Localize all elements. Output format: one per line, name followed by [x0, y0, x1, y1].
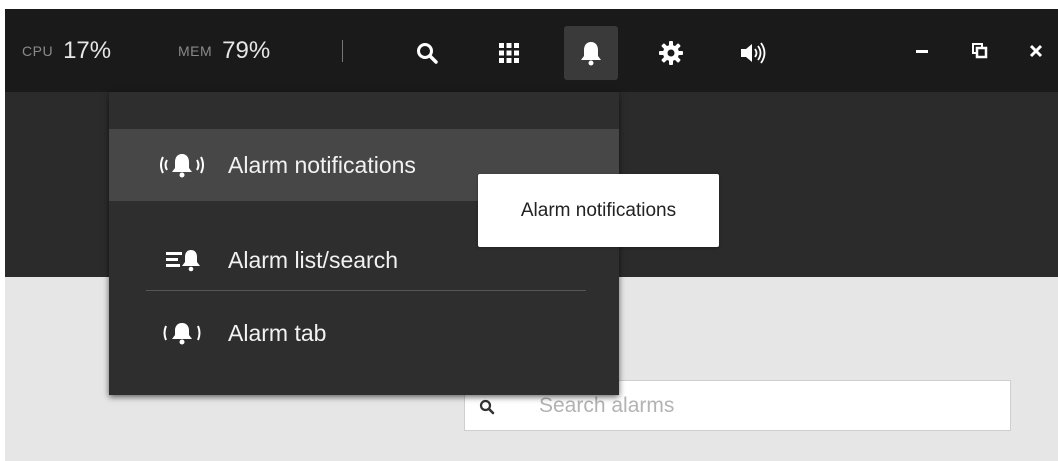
close-button[interactable] [1021, 36, 1051, 66]
volume-button[interactable] [726, 26, 780, 80]
bell-icon [581, 42, 601, 66]
top-toolbar: CPU 17% MEM 79% [5, 9, 1058, 92]
alarm-button[interactable] [564, 26, 618, 80]
restore-icon [972, 43, 988, 59]
mem-value: 79% [222, 36, 271, 64]
app-window: CPU 17% MEM 79% Search alarms Alarm noti… [5, 9, 1058, 461]
menu-item-alarm-tab[interactable]: Alarm tab [109, 297, 619, 369]
close-icon [1029, 44, 1043, 58]
search-icon [479, 399, 495, 415]
tooltip: Alarm notifications [478, 174, 719, 247]
cpu-label: CPU [22, 42, 54, 59]
restore-button[interactable] [965, 36, 995, 66]
menu-item-label: Alarm tab [228, 319, 327, 346]
settings-button[interactable] [644, 26, 698, 80]
alarm-list-icon [159, 224, 205, 296]
mem-stat: MEM 79% [178, 9, 270, 92]
menu-item-label: Alarm list/search [228, 246, 398, 273]
toolbar-divider [342, 40, 343, 62]
menu-item-label: Alarm notifications [228, 151, 416, 178]
minimize-button[interactable] [907, 36, 937, 66]
search-alarms-input[interactable] [537, 392, 1010, 419]
alarm-ringing-icon [159, 129, 205, 201]
search-icon [417, 43, 438, 64]
cpu-value: 17% [63, 36, 112, 64]
grid-icon [499, 43, 519, 63]
cpu-stat: CPU 17% [22, 9, 111, 92]
mem-label: MEM [178, 42, 213, 59]
minimize-icon [916, 50, 928, 53]
layout-grid-button[interactable] [482, 26, 536, 80]
gear-icon [659, 41, 683, 65]
alarm-tab-icon [159, 297, 205, 369]
search-button[interactable] [400, 26, 454, 80]
speaker-icon [741, 42, 766, 64]
